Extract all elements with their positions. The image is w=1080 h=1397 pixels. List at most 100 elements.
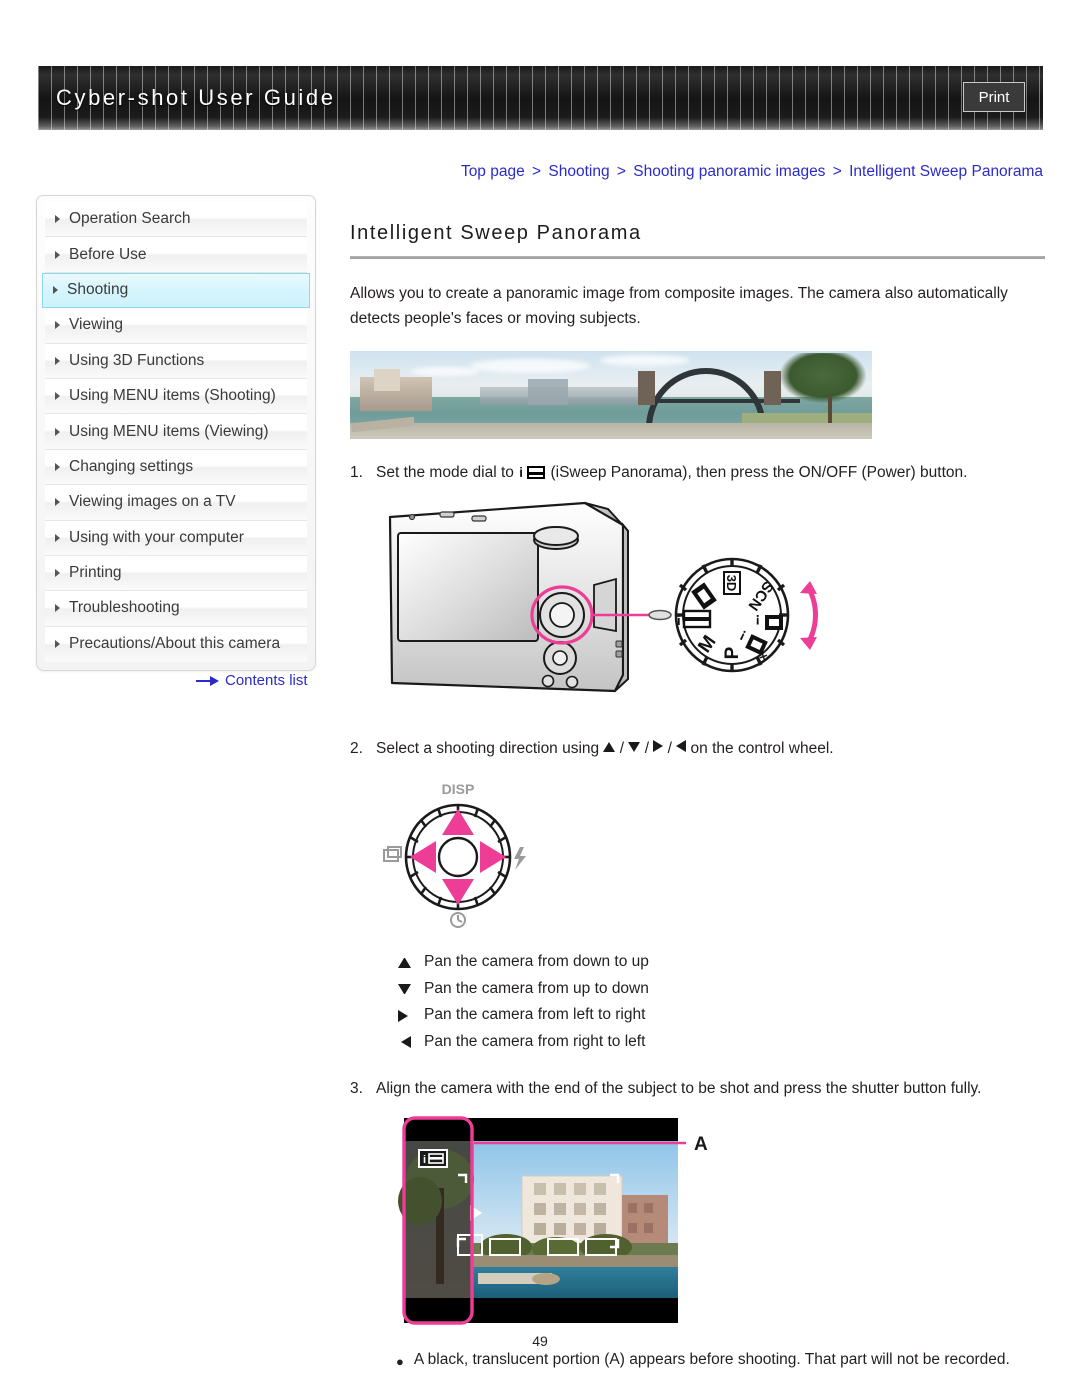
step-1: 1. Set the mode dial to i (iSweep Panora… bbox=[350, 461, 1045, 485]
arrow-right-icon bbox=[196, 675, 220, 686]
callout-label-a: A bbox=[694, 1134, 708, 1155]
chevron-right-icon bbox=[55, 498, 60, 507]
breadcrumb-separator: > bbox=[616, 163, 626, 180]
chevron-right-icon bbox=[55, 356, 60, 365]
legend-row-right: Pan the camera from left to right bbox=[398, 1002, 1045, 1029]
chevron-right-icon bbox=[55, 321, 60, 330]
step-2-number: 2. bbox=[350, 740, 363, 758]
sidebar-item-operation-search[interactable]: Operation Search bbox=[45, 202, 307, 238]
sidebar-item-using-with-your-computer[interactable]: Using with your computer bbox=[45, 520, 307, 556]
sidebar-item-precautions-about-this-camera[interactable]: Precautions/About this camera bbox=[45, 626, 307, 663]
chevron-right-icon bbox=[55, 427, 60, 436]
wheel-center-button bbox=[437, 837, 479, 878]
step-1-text: Set the mode dial to i (iSweep Panorama)… bbox=[376, 461, 1045, 485]
svg-text:P: P bbox=[722, 647, 743, 660]
legend-row-left: Pan the camera from right to left bbox=[398, 1029, 1045, 1056]
sidebar-item-label: Printing bbox=[69, 564, 122, 582]
sidebar-item-label: Operation Search bbox=[69, 210, 191, 228]
arrow-up-icon bbox=[398, 957, 411, 968]
step-1-text-before: Set the mode dial to bbox=[376, 464, 519, 482]
sidebar-item-before-use[interactable]: Before Use bbox=[45, 237, 307, 273]
print-button[interactable]: Print bbox=[963, 82, 1025, 112]
legend-row-up: Pan the camera from down to up bbox=[398, 949, 1045, 976]
panorama-tree bbox=[780, 353, 866, 404]
breadcrumb-item-top-page[interactable]: Top page bbox=[461, 163, 525, 180]
svg-text:3D: 3D bbox=[724, 575, 739, 592]
sidebar-item-label: Using MENU items (Viewing) bbox=[69, 422, 269, 440]
chevron-right-icon bbox=[55, 533, 60, 542]
osd-isweep-panorama-icon: i bbox=[418, 1149, 448, 1169]
burst-mode-icon bbox=[383, 846, 402, 863]
sidebar-item-printing[interactable]: Printing bbox=[45, 555, 307, 592]
arrow-down-icon bbox=[628, 742, 641, 753]
step-3-number: 3. bbox=[350, 1080, 363, 1098]
svg-text:i: i bbox=[423, 1154, 426, 1166]
contents-list-link[interactable]: Contents list bbox=[196, 672, 308, 689]
lcd-preview-illustration: i A bbox=[396, 1113, 1045, 1333]
heading-divider bbox=[350, 256, 1045, 259]
main-content: Intelligent Sweep Panorama Allows you to… bbox=[350, 222, 1045, 1373]
note-text: A black, translucent portion (A) appears… bbox=[413, 1351, 1010, 1369]
control-wheel-disp-label: DISP bbox=[442, 781, 475, 797]
sidebar-item-viewing[interactable]: Viewing bbox=[45, 308, 307, 344]
step-3-text: Align the camera with the end of the sub… bbox=[376, 1080, 982, 1098]
pan-direction-legend: Pan the camera from down to up Pan the c… bbox=[398, 949, 1045, 1055]
breadcrumb-item-shooting[interactable]: Shooting bbox=[548, 163, 609, 180]
translucent-area-top bbox=[404, 1118, 678, 1142]
chevron-right-icon bbox=[55, 604, 60, 613]
sidebar-item-shooting[interactable]: Shooting bbox=[42, 272, 310, 309]
mode-program: P bbox=[722, 647, 743, 660]
breadcrumb-item-shooting-panoramic-images[interactable]: Shooting panoramic images bbox=[633, 163, 825, 180]
panorama-city-skyline bbox=[528, 379, 568, 406]
breadcrumb-item-intelligent-sweep-panorama[interactable]: Intelligent Sweep Panorama bbox=[849, 163, 1043, 180]
step-2: 2. Select a shooting direction using / /… bbox=[350, 737, 1045, 761]
chevron-right-icon bbox=[55, 640, 60, 649]
step-1-number: 1. bbox=[350, 464, 363, 482]
sidebar-item-changing-settings[interactable]: Changing settings bbox=[45, 449, 307, 486]
sidebar-item-using-3d-functions[interactable]: Using 3D Functions bbox=[45, 343, 307, 379]
legend-label: Pan the camera from right to left bbox=[424, 1032, 646, 1050]
sidebar-item-label: Using MENU items (Shooting) bbox=[69, 387, 276, 405]
page-number: 49 bbox=[532, 1333, 548, 1349]
panorama-tree-trunk bbox=[828, 397, 832, 424]
panorama-bridge-pylon bbox=[638, 371, 655, 406]
sidebar-item-label: Shooting bbox=[67, 281, 129, 299]
legend-row-down: Pan the camera from up to down bbox=[398, 976, 1045, 1003]
camera-body bbox=[388, 502, 629, 693]
step-2-text-after: on the control wheel. bbox=[686, 740, 834, 758]
sidebar-item-using-menu-items-viewing[interactable]: Using MENU items (Viewing) bbox=[45, 414, 307, 450]
content-heading: Intelligent Sweep Panorama bbox=[350, 222, 642, 244]
rotate-arrow-down-icon bbox=[800, 637, 817, 651]
chevron-right-icon bbox=[55, 392, 60, 401]
mode-dial: 3D i M P SCN ! ! × bbox=[674, 557, 790, 673]
panorama-building bbox=[374, 369, 400, 392]
self-timer-icon bbox=[450, 912, 466, 929]
arrow-right-icon bbox=[398, 1009, 411, 1022]
step-2-text-before: Select a shooting direction using bbox=[376, 740, 604, 758]
app-header: Cyber-shot User Guide Print bbox=[38, 66, 1043, 130]
control-wheel-illustration: DISP bbox=[380, 777, 1045, 937]
chevron-right-icon bbox=[55, 250, 60, 259]
legend-label: Pan the camera from down to up bbox=[424, 953, 649, 971]
step-2-text: Select a shooting direction using / / / … bbox=[376, 740, 834, 758]
arrow-up-icon bbox=[603, 742, 616, 753]
breadcrumb-separator: > bbox=[832, 163, 842, 180]
breadcrumb: Top page > Shooting > Shooting panoramic… bbox=[0, 163, 1043, 181]
rotate-arrow-up-icon bbox=[800, 581, 817, 595]
isweep-panorama-icon: i bbox=[519, 465, 546, 480]
sidebar-item-label: Precautions/About this camera bbox=[69, 635, 281, 653]
bullet-icon: ● bbox=[396, 1354, 404, 1370]
sidebar-item-troubleshooting[interactable]: Troubleshooting bbox=[45, 591, 307, 627]
arrow-down-icon bbox=[398, 984, 411, 994]
translucent-area-bottom bbox=[404, 1298, 678, 1324]
svg-text:!: ! bbox=[755, 612, 760, 628]
breadcrumb-separator: > bbox=[532, 163, 542, 180]
dial-pointer bbox=[648, 609, 672, 621]
note-block: ● A black, translucent portion (A) appea… bbox=[396, 1351, 1045, 1373]
arrow-left-icon bbox=[676, 740, 687, 753]
sidebar-item-viewing-images-on-a-tv[interactable]: Viewing images on a TV bbox=[45, 485, 307, 521]
panorama-shoreline bbox=[350, 423, 872, 440]
sidebar-item-using-menu-items-shooting[interactable]: Using MENU items (Shooting) bbox=[45, 378, 307, 415]
panorama-bridge-pylon bbox=[764, 371, 781, 406]
page-title: Cyber-shot User Guide bbox=[56, 85, 336, 110]
